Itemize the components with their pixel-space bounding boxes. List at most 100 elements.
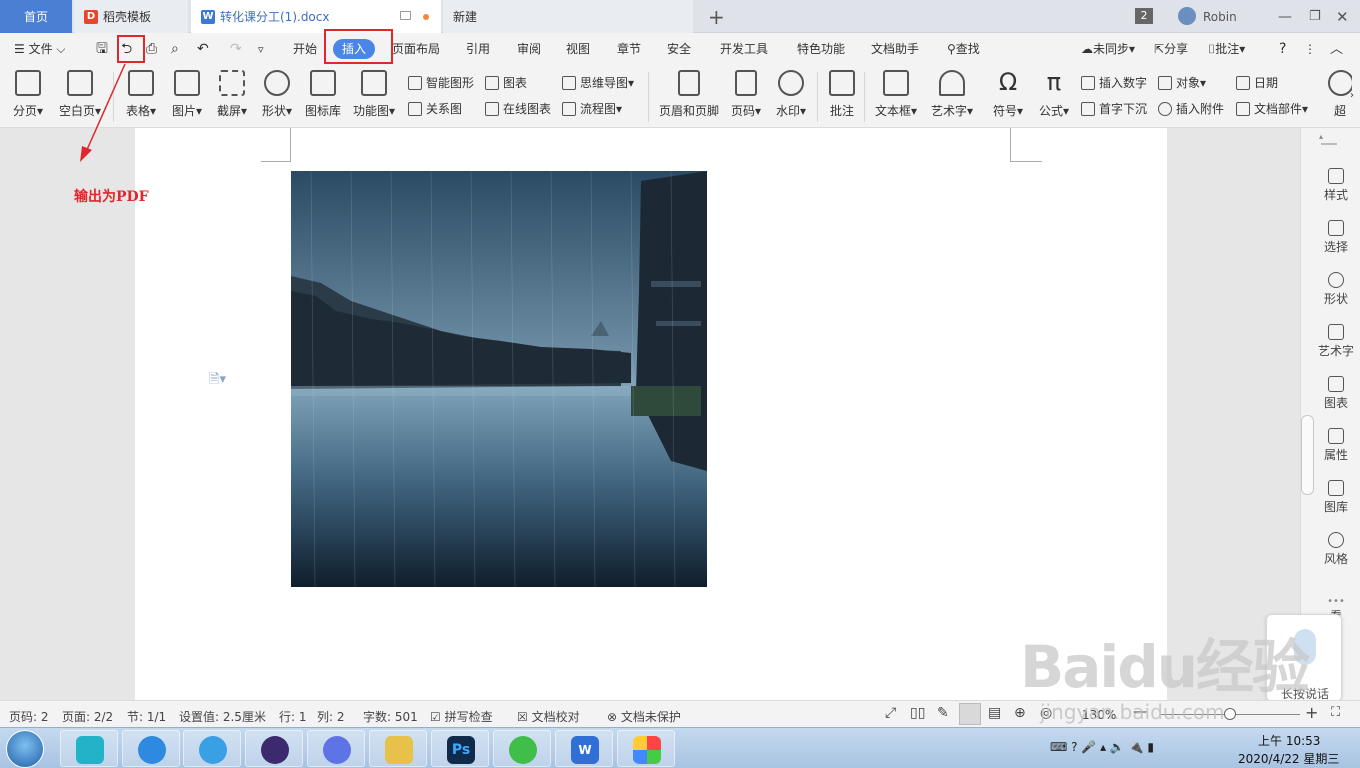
tab-developer[interactable]: 开发工具 xyxy=(720,33,768,66)
tab-view[interactable]: 视图 xyxy=(566,33,590,66)
object-button[interactable]: 对象 ▾ xyxy=(1158,74,1206,91)
taskbar-video-app[interactable] xyxy=(307,730,365,767)
icon-library-button[interactable]: 图标库 xyxy=(302,70,344,119)
share-button[interactable]: ⇱分享 xyxy=(1154,33,1188,66)
monitor-icon[interactable] xyxy=(400,11,411,20)
taskbar-qq-app[interactable] xyxy=(183,730,241,767)
window-count-badge[interactable]: 2 xyxy=(1135,8,1153,24)
smart-art-button[interactable]: 智能图形 xyxy=(408,74,474,91)
taskbar-wechat[interactable] xyxy=(493,730,551,767)
vertical-scrollbar[interactable] xyxy=(1301,415,1314,495)
tab-new[interactable]: 新建 xyxy=(443,0,693,33)
comment-insert-button[interactable]: 批注 xyxy=(824,70,860,119)
file-menu[interactable]: ☰ 文件 ⌵ xyxy=(14,33,66,66)
tab-security[interactable]: 安全 xyxy=(667,33,691,66)
formula-button[interactable]: π 公式▾ xyxy=(1034,70,1074,119)
rainy-town-photo[interactable] xyxy=(291,171,707,587)
clock-time[interactable]: 上午 10:53 xyxy=(1258,732,1320,749)
more-icon[interactable]: ⋮ xyxy=(1304,33,1316,66)
tab-template[interactable]: D 稻壳模板 xyxy=(74,0,188,33)
spell-check-button[interactable]: ☑ 拼写检查 xyxy=(430,708,493,725)
wordart-button[interactable]: 艺术字▾ xyxy=(928,70,976,119)
close-icon[interactable]: ✕ xyxy=(1336,0,1349,33)
status-section[interactable]: 节: 1/1 xyxy=(127,708,166,725)
sidebar-item-chart[interactable]: 图表 xyxy=(1311,376,1360,411)
picture-button[interactable]: 图片▾ xyxy=(166,70,208,119)
status-word-count[interactable]: 字数: 501 xyxy=(363,708,418,725)
status-pages[interactable]: 页面: 2/2 xyxy=(62,708,113,725)
tab-features[interactable]: 特色功能 xyxy=(797,33,845,66)
proofread-button[interactable]: ☒ 文档校对 xyxy=(517,708,580,725)
symbol-button[interactable]: Ω 符号▾ xyxy=(988,70,1028,119)
status-page-number[interactable]: 页码: 2 xyxy=(9,708,49,725)
undo-icon[interactable]: ↶ xyxy=(197,33,209,66)
doc-parts-button[interactable]: 文档部件 ▾ xyxy=(1236,100,1308,117)
fullscreen-icon[interactable]: ⤢ xyxy=(885,705,896,721)
sidebar-item-wordart[interactable]: 艺术字 xyxy=(1311,324,1360,359)
relation-chart-button[interactable]: 关系图 xyxy=(408,100,462,117)
taskbar-wps[interactable]: W xyxy=(555,730,613,767)
redo-icon[interactable]: ↷ xyxy=(230,33,242,66)
restore-icon[interactable]: ❐ xyxy=(1309,0,1321,33)
zoom-in-icon[interactable]: + xyxy=(1305,703,1318,722)
minimize-icon[interactable]: — xyxy=(1278,0,1292,33)
screenshot-button[interactable]: 截屏▾ xyxy=(211,70,253,119)
tab-document[interactable]: W 转化课分工(1).docx xyxy=(191,0,441,33)
taskbar-media-app[interactable] xyxy=(245,730,303,767)
drop-cap-button[interactable]: 首字下沉 xyxy=(1081,100,1147,117)
start-button[interactable] xyxy=(6,730,44,768)
fit-window-icon[interactable]: ⛶ xyxy=(1331,705,1340,720)
clock-date[interactable]: 2020/4/22 星期三 xyxy=(1238,750,1339,767)
paragraph-handle-icon[interactable]: 🗎▾ xyxy=(209,370,226,392)
online-chart-button[interactable]: 在线图表 xyxy=(485,100,551,117)
taskbar-browser[interactable] xyxy=(122,730,180,767)
sync-button[interactable]: ☁未同步▾ xyxy=(1081,33,1135,66)
function-chart-button[interactable]: 功能图▾ xyxy=(350,70,398,119)
sidebar-item-properties[interactable]: 属性 xyxy=(1311,428,1360,463)
tab-page-layout[interactable]: 页面布局 xyxy=(392,33,440,66)
tab-home[interactable]: 首页 xyxy=(0,0,72,33)
customize-toolbar-icon[interactable]: ▿ xyxy=(258,33,264,66)
tray-icons[interactable]: ⌨ ? 🎤 ▴ 🔈 🔌 ▮ xyxy=(1050,740,1154,754)
taskbar-flower-app[interactable] xyxy=(617,730,675,767)
status-row[interactable]: 行: 1 xyxy=(279,708,307,725)
textbox-button[interactable]: 文本框▾ xyxy=(872,70,920,119)
user-name[interactable]: Robin xyxy=(1203,0,1237,33)
tab-review[interactable]: 审阅 xyxy=(517,33,541,66)
tab-start[interactable]: 开始 xyxy=(293,33,317,66)
help-icon[interactable]: ? xyxy=(1279,33,1286,66)
shape-button[interactable]: 形状▾ xyxy=(256,70,298,119)
page-number-button[interactable]: 页码▾ xyxy=(726,70,766,119)
status-setting[interactable]: 设置值: 2.5厘米 xyxy=(179,708,266,725)
mind-map-button[interactable]: 思维导图 ▾ xyxy=(562,74,634,91)
sidebar-item-theme[interactable]: 风格 xyxy=(1311,532,1360,567)
outline-view-icon[interactable]: ▤ xyxy=(988,705,1001,721)
page-break-button[interactable]: 分页▾ xyxy=(8,70,48,119)
taskbar-cloud-app[interactable] xyxy=(60,730,118,767)
attachment-button[interactable]: 插入附件 xyxy=(1158,100,1224,117)
insert-number-button[interactable]: 插入数字 xyxy=(1081,74,1147,91)
tab-doc-assistant[interactable]: 文档助手 xyxy=(871,33,919,66)
avatar[interactable] xyxy=(1178,7,1196,25)
tab-chapter[interactable]: 章节 xyxy=(617,33,641,66)
sidebar-item-select[interactable]: 选择 xyxy=(1311,220,1360,255)
flowchart-button[interactable]: 流程图 ▾ xyxy=(562,100,622,117)
chart-button[interactable]: 图表 xyxy=(485,74,527,91)
tab-references[interactable]: 引用 xyxy=(466,33,490,66)
sidebar-scroll-top-icon[interactable]: ▴ xyxy=(1319,132,1323,141)
print-preview-icon[interactable]: ⌕ xyxy=(171,33,179,66)
add-tab-icon[interactable]: + xyxy=(708,0,725,33)
sidebar-item-shape[interactable]: 形状 xyxy=(1311,272,1360,307)
edit-mode-icon[interactable]: ✎ xyxy=(937,705,949,721)
taskbar-explorer[interactable] xyxy=(369,730,427,767)
taskbar-photoshop[interactable]: Ps xyxy=(431,730,489,767)
status-col[interactable]: 列: 2 xyxy=(317,708,345,725)
comment-button[interactable]: ⌷批注▾ xyxy=(1208,33,1245,66)
reading-mode-icon[interactable]: ▯▯ xyxy=(910,705,925,721)
web-view-icon[interactable]: ⊕ xyxy=(1014,705,1026,721)
ribbon-scroll-icon[interactable]: › xyxy=(1350,90,1354,101)
page-view-icon[interactable] xyxy=(959,703,981,725)
header-footer-button[interactable]: 页眉和页脚 xyxy=(656,70,722,119)
protect-button[interactable]: ⊗ 文档未保护 xyxy=(607,708,681,725)
date-button[interactable]: 日期 xyxy=(1236,74,1278,91)
